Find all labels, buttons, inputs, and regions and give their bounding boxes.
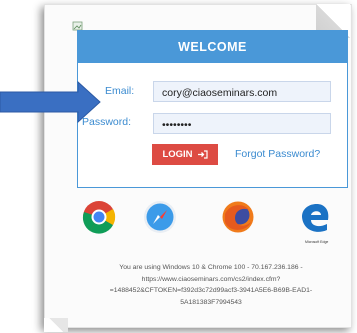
- system-info: You are using Windows 10 & Chrome 100 - …: [86, 262, 336, 308]
- password-field[interactable]: [153, 113, 331, 134]
- page-curl: [44, 318, 68, 332]
- firefox-icon: [222, 201, 254, 233]
- login-label: LOGIN: [162, 149, 193, 160]
- info-line: You are using Windows 10 & Chrome 100 - …: [119, 264, 303, 271]
- sign-in-icon: [197, 150, 208, 159]
- info-line: 5A181383F7994543: [180, 298, 242, 306]
- chrome-icon: [82, 201, 116, 234]
- login-card: WELCOME Email: Password: LOGIN Forgot Pa…: [77, 30, 348, 188]
- login-button[interactable]: LOGIN: [152, 144, 218, 165]
- safari-icon: [144, 201, 176, 233]
- pointer-arrow-icon: [0, 80, 101, 124]
- forgot-password-link[interactable]: Forgot Password?: [235, 148, 320, 160]
- edge-caption: Microsoft Edge: [305, 240, 329, 244]
- welcome-header: WELCOME: [78, 31, 347, 63]
- email-field[interactable]: [153, 81, 331, 102]
- edge-icon: [302, 204, 329, 232]
- info-line: https://www.ciaoseminars.com/cs2/index.c…: [141, 275, 281, 283]
- info-line: =1488452&CFTOKEN=f392d3c72d99acf3-3941A5…: [109, 287, 313, 294]
